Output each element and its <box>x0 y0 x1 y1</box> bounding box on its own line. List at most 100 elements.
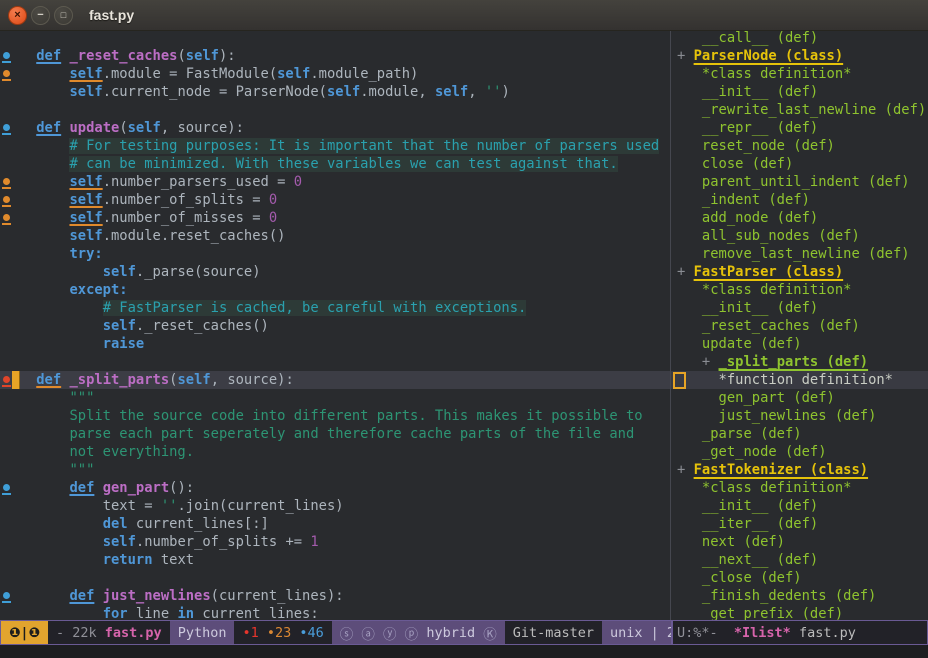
modeline-text: Git-master <box>513 625 594 641</box>
code-line[interactable] <box>0 353 670 371</box>
imenu-item[interactable]: *function definition* <box>671 371 928 389</box>
imenu-item[interactable]: close (def) <box>671 155 928 173</box>
code-token <box>3 372 36 388</box>
imenu-item[interactable]: _get_prefix (def) <box>671 605 928 620</box>
imenu-item[interactable]: reset_node (def) <box>671 137 928 155</box>
code-line[interactable]: self.module.reset_caches() <box>0 227 670 245</box>
code-line[interactable]: Split the source code into different par… <box>0 407 670 425</box>
code-line[interactable]: self.module = FastModule(self.module_pat… <box>0 65 670 83</box>
imenu-item[interactable]: gen_part (def) <box>671 389 928 407</box>
code-line[interactable]: # For testing purposes: It is important … <box>0 137 670 155</box>
code-token <box>3 156 69 172</box>
imenu-item[interactable]: __init__ (def) <box>671 299 928 317</box>
code-line[interactable]: self._parse(source) <box>0 263 670 281</box>
imenu-item[interactable]: + _split_parts (def) <box>671 353 928 371</box>
code-line[interactable]: del current_lines[:] <box>0 515 670 533</box>
code-line[interactable]: raise <box>0 335 670 353</box>
code-line[interactable]: not everything. <box>0 443 670 461</box>
imenu-item[interactable]: __next__ (def) <box>671 551 928 569</box>
imenu-item[interactable]: _parse (def) <box>671 425 928 443</box>
code-line[interactable]: self.number_parsers_used = 0 <box>0 173 670 191</box>
code-line[interactable]: self.number_of_splits = 0 <box>0 191 670 209</box>
code-line[interactable]: self.number_of_splits += 1 <box>0 533 670 551</box>
code-line[interactable]: # FastParser is cached, be careful with … <box>0 299 670 317</box>
code-token <box>3 84 69 100</box>
modeline-segment-git-branch[interactable]: Git-master <box>505 621 602 644</box>
code-token <box>677 156 702 172</box>
code-token <box>677 588 702 604</box>
code-token: for <box>103 606 128 620</box>
code-line[interactable]: def just_newlines(current_lines): <box>0 587 670 605</box>
code-line[interactable]: """ <box>0 389 670 407</box>
code-line[interactable]: def update(self, source): <box>0 119 670 137</box>
modeline-segment-minor-modes[interactable]: ⓢ ⓐ ⓨ ⓟ hybrid Ⓚ <box>332 621 505 644</box>
code-line[interactable]: try: <box>0 245 670 263</box>
close-button[interactable]: × <box>8 6 27 25</box>
code-line[interactable]: parse each part seperately and therefore… <box>0 425 670 443</box>
imenu-item[interactable]: _close (def) <box>671 569 928 587</box>
code-token: ._reset_caches() <box>136 318 269 334</box>
code-line[interactable] <box>0 101 670 119</box>
code-line[interactable]: # can be minimized. With these variables… <box>0 155 670 173</box>
code-token: .module_path) <box>310 66 418 82</box>
imenu-item-label: *function definition* <box>677 371 893 389</box>
imenu-list-buffer[interactable]: __call__ (def)+ ParserNode (class) *clas… <box>671 31 928 620</box>
modeline-segment-window-number[interactable]: ❶|❶ <box>1 621 48 644</box>
imenu-item[interactable]: just_newlines (def) <box>671 407 928 425</box>
code-line[interactable]: self.current_node = ParserNode(self.modu… <box>0 83 670 101</box>
code-token: # can be minimized. With these variables… <box>69 156 617 172</box>
maximize-button[interactable]: □ <box>54 6 73 25</box>
imenu-item[interactable]: _finish_dedents (def) <box>671 587 928 605</box>
code-line[interactable] <box>0 569 670 587</box>
modeline-segment-flycheck-counts[interactable]: •1 •23 •46 <box>234 621 331 644</box>
code-token: *class definition* <box>702 66 852 82</box>
modeline-text: U:%*- <box>677 625 734 641</box>
imenu-item[interactable]: parent_until_indent (def) <box>671 173 928 191</box>
imenu-item[interactable]: + ParserNode (class) <box>671 47 928 65</box>
imenu-item[interactable]: _reset_caches (def) <box>671 317 928 335</box>
imenu-item[interactable]: + FastTokenizer (class) <box>671 461 928 479</box>
code-token: Split the source code into different par… <box>69 408 642 424</box>
code-token <box>3 138 69 154</box>
modeline-segment-buffer-info[interactable]: - 22k fast.py <box>48 621 170 644</box>
imenu-item[interactable]: __init__ (def) <box>671 83 928 101</box>
code-line-text: self.number_of_splits = 0 <box>3 191 277 209</box>
minimize-button[interactable]: − <box>31 6 50 25</box>
imenu-item[interactable]: *class definition* <box>671 65 928 83</box>
code-line-text: self._reset_caches() <box>3 317 269 335</box>
imenu-item[interactable]: __call__ (def) <box>671 31 928 47</box>
imenu-item[interactable]: update (def) <box>671 335 928 353</box>
code-line[interactable]: return text <box>0 551 670 569</box>
imenu-item[interactable]: all_sub_nodes (def) <box>671 227 928 245</box>
imenu-item[interactable]: *class definition* <box>671 479 928 497</box>
imenu-item[interactable]: _rewrite_last_newline (def) <box>671 101 928 119</box>
imenu-item[interactable]: + FastParser (class) <box>671 263 928 281</box>
code-line[interactable]: def _reset_caches(self): <box>0 47 670 65</box>
imenu-item-label: *class definition* <box>677 65 851 83</box>
code-line[interactable]: """ <box>0 461 670 479</box>
code-line[interactable]: def gen_part(): <box>0 479 670 497</box>
code-token <box>3 390 69 406</box>
imenu-item[interactable]: *class definition* <box>671 281 928 299</box>
imenu-item[interactable]: add_node (def) <box>671 209 928 227</box>
code-token: .join(current_lines) <box>177 498 343 514</box>
imenu-item[interactable]: __repr__ (def) <box>671 119 928 137</box>
modeline-segment-encoding[interactable]: unix | 2 <box>602 621 672 644</box>
code-line[interactable]: self._reset_caches() <box>0 317 670 335</box>
imenu-item[interactable]: __iter__ (def) <box>671 515 928 533</box>
code-line[interactable]: text = ''.join(current_lines) <box>0 497 670 515</box>
code-token <box>677 174 702 190</box>
code-token: _split_parts <box>69 372 169 388</box>
imenu-item[interactable]: _get_node (def) <box>671 443 928 461</box>
code-line[interactable]: def _split_parts(self, source): <box>0 371 670 389</box>
code-line[interactable]: for line in current_lines: <box>0 605 670 620</box>
modeline-segment-major-mode[interactable]: Python <box>170 621 235 644</box>
imenu-item[interactable]: remove_last_newline (def) <box>671 245 928 263</box>
imenu-item[interactable]: next (def) <box>671 533 928 551</box>
code-line[interactable]: except: <box>0 281 670 299</box>
editor-buffer[interactable]: def _reset_caches(self): self.module = F… <box>0 31 670 620</box>
imenu-item[interactable]: __init__ (def) <box>671 497 928 515</box>
modeline-text <box>291 625 299 641</box>
imenu-item[interactable]: _indent (def) <box>671 191 928 209</box>
code-line[interactable]: self.number_of_misses = 0 <box>0 209 670 227</box>
